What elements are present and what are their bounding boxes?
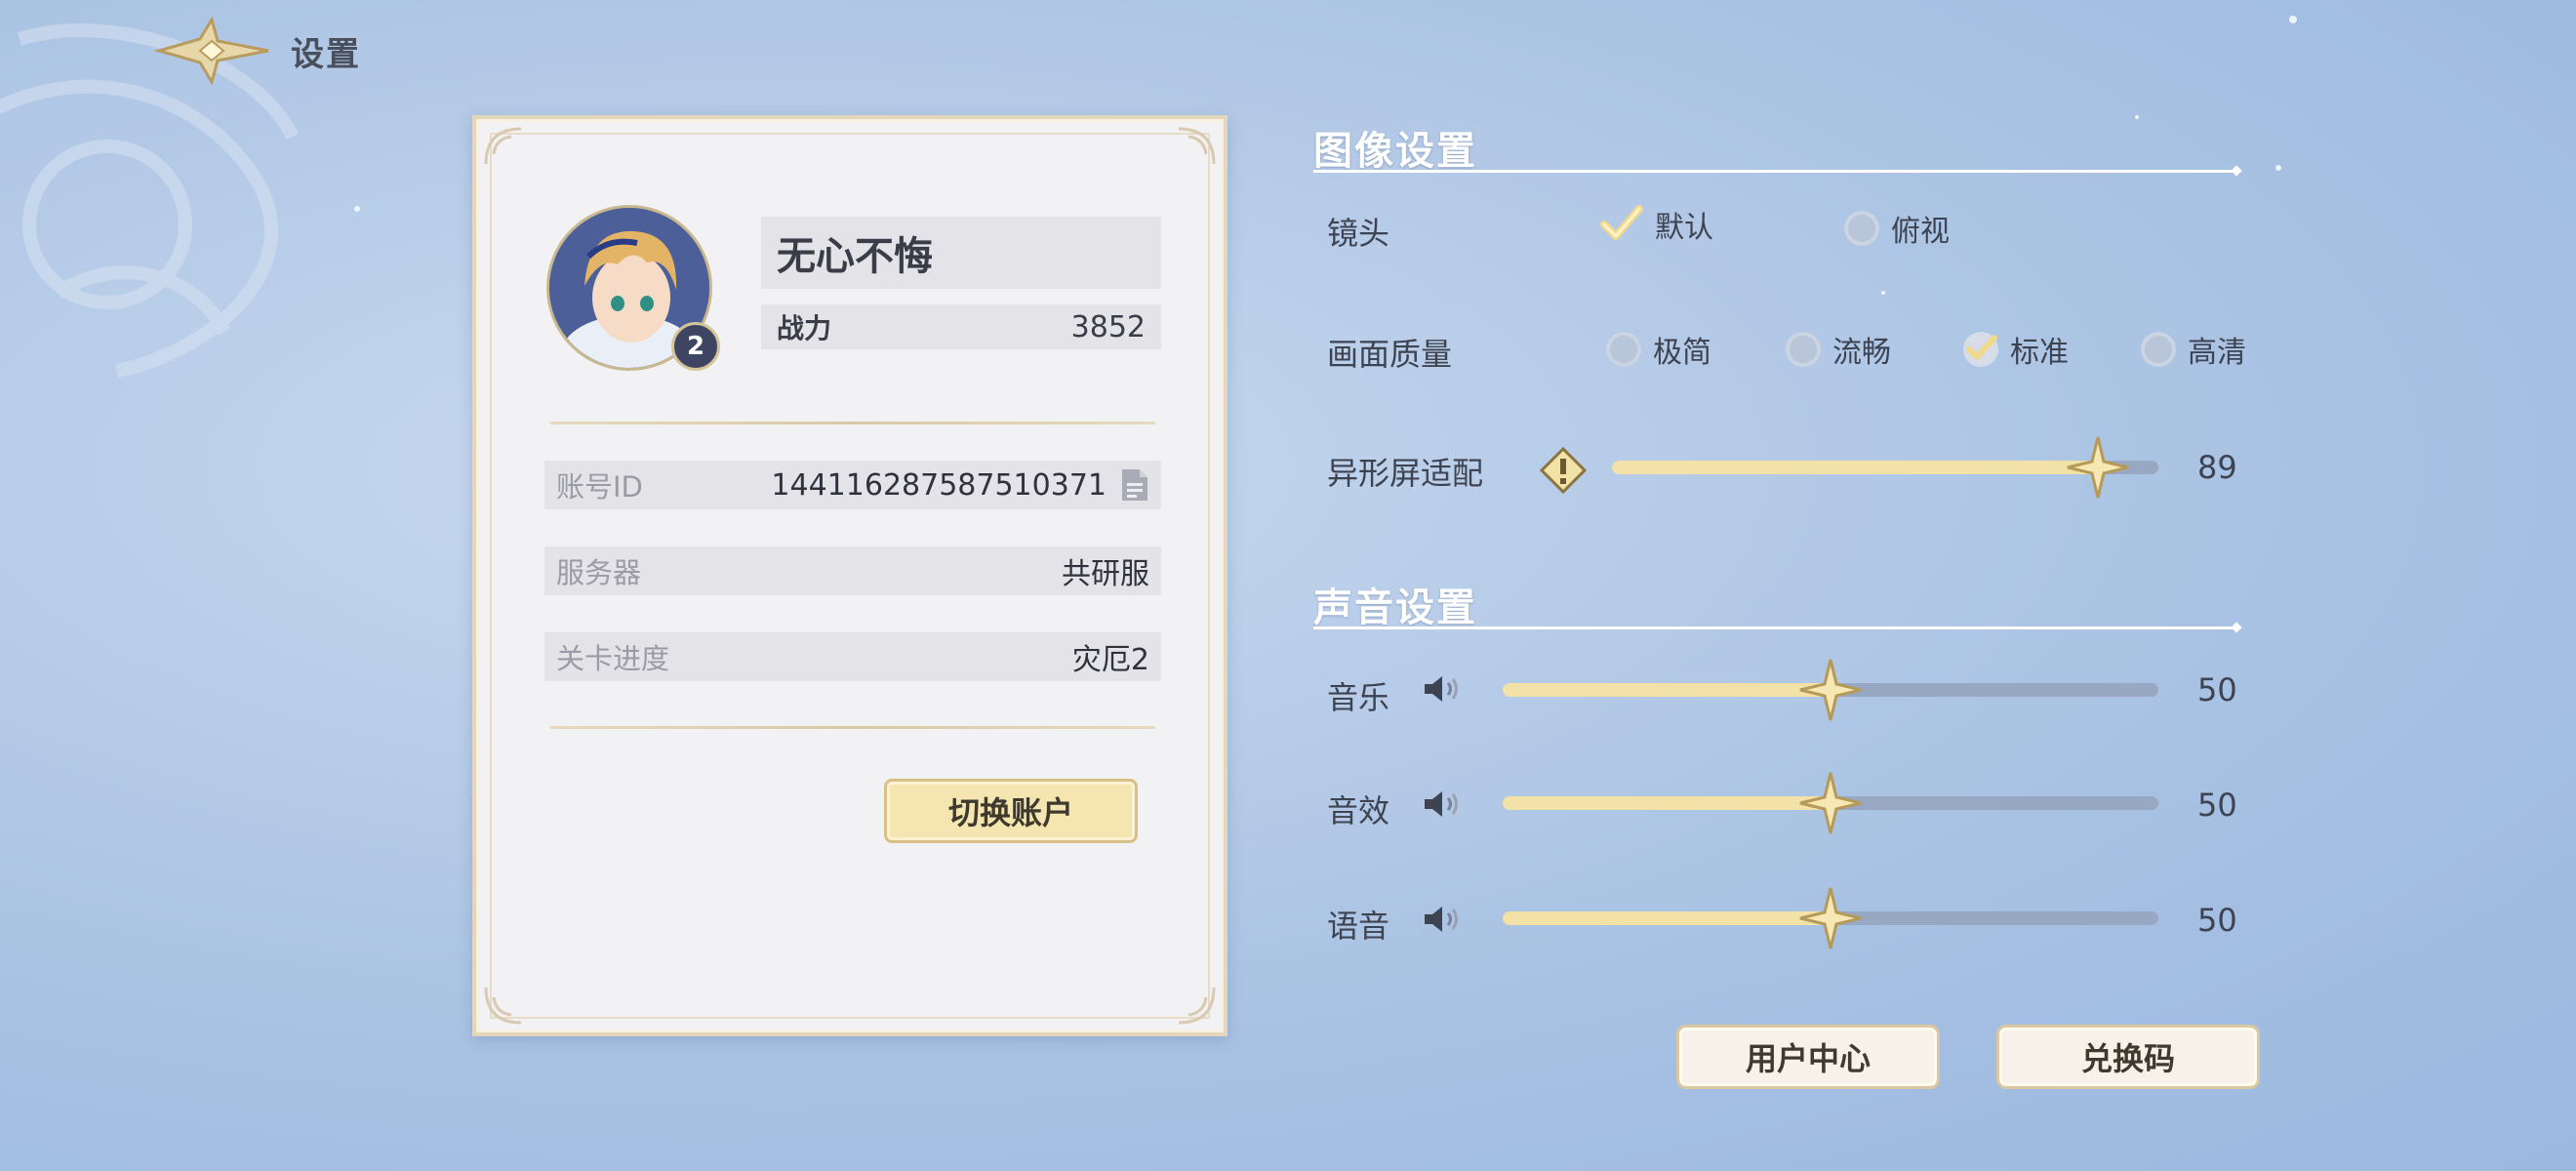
account-id-row: 账号ID 144116287587510371: [544, 461, 1161, 509]
speaker-icon: [1425, 676, 1458, 702]
notch-adapt-value: 89: [2197, 449, 2237, 486]
page-title: 设置: [291, 34, 361, 74]
account-id-value: 144116287587510371: [771, 467, 1107, 503]
section-divider: [1313, 170, 2234, 173]
slider-fill: [1503, 796, 1831, 810]
camera-option-topdown[interactable]: 俯视: [1844, 207, 1950, 250]
slider-star-thumb-icon[interactable]: [1798, 658, 1863, 722]
corner-ornament-icon: [484, 127, 522, 165]
power-box: 战力 3852: [761, 304, 1161, 349]
speaker-icon: [1425, 791, 1458, 817]
progress-row: 关卡进度 灾厄2: [544, 632, 1161, 681]
quality-option-label: 极简: [1653, 336, 1711, 370]
notch-adapt-slider[interactable]: [1612, 436, 2158, 499]
power-label: 战力: [777, 312, 832, 344]
quality-option-smooth[interactable]: 流畅: [1786, 328, 1891, 371]
player-name: 无心不悔: [777, 234, 933, 279]
warning-icon[interactable]: [1540, 447, 1587, 494]
radio-unselected-icon: [1844, 211, 1879, 246]
quality-option-hd[interactable]: 高清: [2141, 328, 2246, 371]
slider-fill: [1612, 461, 2099, 474]
notch-adapt-label: 异形屏适配: [1327, 455, 1484, 492]
checkmark-icon: [1600, 205, 1643, 240]
quality-option-label: 标准: [2010, 336, 2069, 370]
quality-option-label: 高清: [2188, 336, 2246, 370]
progress-value: 灾厄2: [1071, 643, 1149, 677]
server-label: 服务器: [556, 556, 642, 589]
redeem-code-button[interactable]: 兑换码: [1996, 1025, 2260, 1089]
avatar-container[interactable]: 2: [546, 205, 720, 377]
music-volume-value: 50: [2197, 671, 2237, 708]
copy-document-icon[interactable]: [1120, 467, 1149, 503]
back-button[interactable]: [146, 12, 283, 90]
section-divider: [1313, 626, 2234, 629]
quality-option-standard[interactable]: 标准: [1963, 328, 2069, 371]
radio-unselected-icon: [2141, 332, 2176, 367]
voice-volume-slider[interactable]: [1503, 887, 2158, 949]
top-bar: 设置: [146, 12, 361, 90]
level-badge: 2: [671, 322, 720, 371]
camera-option-label: 俯视: [1891, 215, 1950, 249]
camera-option-label: 默认: [1655, 211, 1713, 245]
server-row: 服务器 共研服: [544, 546, 1161, 595]
radio-selected-icon: [1963, 332, 1998, 367]
user-center-button[interactable]: 用户中心: [1676, 1025, 1940, 1089]
camera-option-default[interactable]: 默认: [1600, 203, 1713, 246]
corner-ornament-icon: [1178, 987, 1216, 1025]
account-id-label: 账号ID: [556, 470, 643, 504]
radio-unselected-icon: [1606, 332, 1641, 367]
quality-option-minimal[interactable]: 极简: [1606, 328, 1711, 371]
camera-label: 镜头: [1327, 215, 1390, 252]
quality-label: 画面质量: [1327, 336, 1453, 373]
music-volume-slider[interactable]: [1503, 659, 2158, 721]
profile-card: 2 无心不悔 战力 3852 账号ID 144116287587510371 服…: [472, 115, 1228, 1036]
background-sparkles: [354, 16, 2297, 295]
quality-option-label: 流畅: [1832, 336, 1891, 370]
checkmark-icon: [1966, 335, 1997, 360]
player-name-box: 无心不悔: [761, 217, 1161, 289]
back-arrow-icon: [153, 16, 269, 86]
corner-ornament-icon: [1178, 127, 1216, 165]
switch-account-button[interactable]: 切换账户: [884, 779, 1138, 843]
corner-ornament-icon: [484, 987, 522, 1025]
divider: [550, 422, 1155, 424]
graphics-section-title: 图像设置: [1313, 129, 1477, 174]
speaker-icon: [1425, 907, 1458, 932]
radio-unselected-icon: [1786, 332, 1821, 367]
sfx-volume-slider[interactable]: [1503, 772, 2158, 834]
slider-star-thumb-icon[interactable]: [1798, 771, 1863, 835]
slider-fill: [1503, 911, 1831, 925]
audio-section-title: 声音设置: [1313, 586, 1477, 630]
account-id-value-group: 144116287587510371: [771, 467, 1149, 503]
server-value: 共研服: [1062, 557, 1149, 591]
slider-star-thumb-icon[interactable]: [1798, 886, 1863, 950]
voice-volume-value: 50: [2197, 902, 2237, 939]
sfx-volume-value: 50: [2197, 787, 2237, 824]
slider-star-thumb-icon[interactable]: [2066, 435, 2130, 500]
music-label: 音乐: [1327, 679, 1390, 716]
divider: [550, 726, 1155, 729]
power-value: 3852: [1070, 309, 1146, 344]
voice-label: 语音: [1327, 908, 1390, 945]
progress-label: 关卡进度: [556, 642, 670, 675]
slider-fill: [1503, 683, 1831, 697]
sfx-label: 音效: [1327, 792, 1390, 829]
